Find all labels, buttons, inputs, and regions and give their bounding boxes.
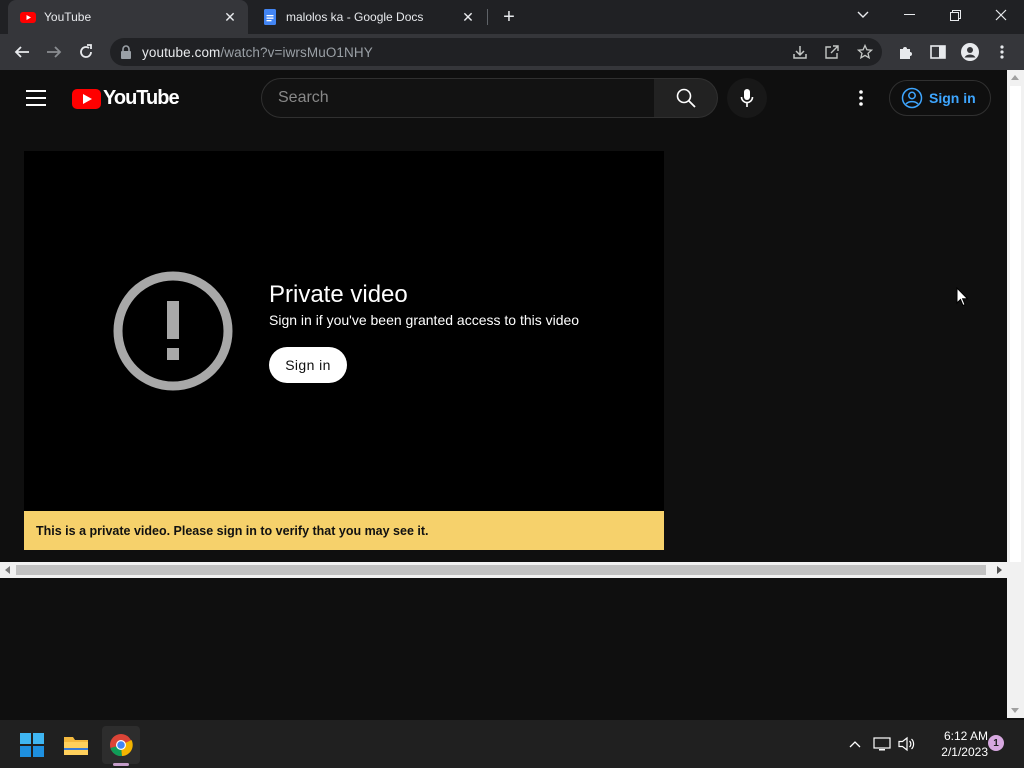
horizontal-scrollbar[interactable] bbox=[0, 562, 1007, 578]
url-host: youtube.com bbox=[142, 44, 221, 60]
close-tab-icon[interactable]: ✕ bbox=[460, 9, 476, 25]
extensions-puzzle-icon[interactable] bbox=[896, 42, 916, 62]
youtube-play-logo-icon bbox=[72, 88, 101, 109]
start-button[interactable] bbox=[13, 726, 51, 764]
lock-icon bbox=[121, 45, 131, 59]
tab-youtube[interactable]: YouTube ✕ bbox=[8, 0, 248, 34]
youtube-logo[interactable]: YouTube bbox=[72, 87, 180, 110]
private-video-subtitle: Sign in if you've been granted access to… bbox=[269, 312, 580, 328]
youtube-logo-text: YouTube bbox=[103, 87, 180, 109]
browser-toolbar: youtube.com/watch?v=iwrsMuO1NHY bbox=[0, 34, 1024, 70]
new-tab-button[interactable]: + bbox=[498, 6, 520, 28]
tab-separator bbox=[487, 9, 488, 25]
address-bar[interactable]: youtube.com/watch?v=iwrsMuO1NHY bbox=[110, 38, 882, 66]
google-docs-favicon-icon bbox=[264, 9, 276, 25]
clock-date: 2/1/2023 bbox=[941, 745, 988, 759]
guide-menu-icon[interactable] bbox=[26, 90, 46, 106]
close-tab-icon[interactable]: ✕ bbox=[222, 9, 238, 25]
back-button[interactable] bbox=[8, 38, 36, 66]
youtube-header: YouTube Sign in bbox=[0, 70, 1007, 126]
mouse-pointer-icon bbox=[956, 287, 969, 307]
search-input[interactable] bbox=[278, 89, 638, 107]
tab-search-icon[interactable] bbox=[840, 0, 886, 30]
chrome-taskbar-button[interactable] bbox=[102, 726, 140, 764]
windows-logo-icon bbox=[20, 733, 44, 757]
forward-button[interactable] bbox=[40, 38, 68, 66]
private-video-banner: This is a private video. Please sign in … bbox=[24, 511, 664, 550]
voice-search-button[interactable] bbox=[727, 78, 767, 118]
video-player[interactable]: Private video Sign in if you've been gra… bbox=[24, 151, 664, 511]
network-icon[interactable] bbox=[872, 734, 892, 754]
volume-icon[interactable] bbox=[897, 734, 917, 754]
tab-title: YouTube bbox=[44, 10, 92, 24]
scroll-right-arrow-icon[interactable] bbox=[997, 566, 1002, 574]
alert-exclamation-icon bbox=[113, 271, 233, 391]
browser-menu-icon[interactable] bbox=[992, 42, 1012, 62]
scroll-down-arrow-icon[interactable] bbox=[1011, 708, 1019, 713]
youtube-page: YouTube Sign in Private video Sign in if… bbox=[0, 70, 1007, 560]
tab-title: malolos ka - Google Docs bbox=[286, 10, 424, 24]
page-blank-area bbox=[0, 578, 1007, 718]
windows-taskbar: 6:12 AM 2/1/2023 1 bbox=[0, 720, 1024, 768]
install-app-icon[interactable] bbox=[792, 44, 808, 60]
vertical-scrollbar[interactable] bbox=[1007, 70, 1024, 718]
horizontal-scroll-thumb[interactable] bbox=[16, 565, 986, 575]
vertical-scroll-thumb[interactable] bbox=[1010, 86, 1021, 562]
minimize-button[interactable] bbox=[886, 0, 932, 30]
profile-avatar-icon[interactable] bbox=[960, 42, 980, 62]
bookmark-star-icon[interactable] bbox=[857, 44, 873, 60]
private-video-title: Private video bbox=[269, 281, 408, 308]
header-sign-in-label: Sign in bbox=[929, 90, 976, 106]
url-text: youtube.com/watch?v=iwrsMuO1NHY bbox=[142, 45, 373, 60]
tab-strip: YouTube ✕ malolos ka - Google Docs ✕ + bbox=[0, 0, 1024, 34]
reload-button[interactable] bbox=[72, 38, 100, 66]
clock-time: 6:12 AM bbox=[943, 729, 988, 743]
player-sign-in-button[interactable]: Sign in bbox=[269, 347, 347, 383]
folder-icon bbox=[64, 737, 88, 755]
settings-more-icon[interactable] bbox=[849, 86, 873, 110]
restore-button[interactable] bbox=[932, 0, 978, 30]
scroll-up-arrow-icon[interactable] bbox=[1011, 75, 1019, 80]
url-path: /watch?v=iwrsMuO1NHY bbox=[220, 44, 373, 60]
scroll-left-arrow-icon[interactable] bbox=[5, 566, 10, 574]
chrome-logo-icon bbox=[110, 734, 133, 757]
private-video-banner-text: This is a private video. Please sign in … bbox=[36, 523, 429, 538]
taskbar-clock[interactable]: 6:12 AM 2/1/2023 bbox=[926, 728, 988, 760]
search-button[interactable] bbox=[654, 78, 718, 118]
youtube-favicon-icon bbox=[20, 12, 36, 23]
show-hidden-icons-chevron-icon[interactable] bbox=[845, 734, 865, 754]
share-icon[interactable] bbox=[824, 44, 840, 60]
microphone-icon bbox=[740, 89, 754, 107]
account-circle-icon bbox=[901, 87, 923, 109]
search-icon bbox=[676, 88, 696, 108]
notification-badge[interactable]: 1 bbox=[988, 735, 1004, 751]
search-box bbox=[261, 78, 655, 118]
header-sign-in-button[interactable]: Sign in bbox=[889, 80, 991, 116]
tab-google-docs[interactable]: malolos ka - Google Docs ✕ bbox=[250, 0, 486, 34]
active-app-indicator bbox=[113, 763, 129, 766]
file-explorer-button[interactable] bbox=[57, 726, 95, 764]
side-panel-icon[interactable] bbox=[928, 42, 948, 62]
close-window-button[interactable] bbox=[978, 0, 1024, 30]
